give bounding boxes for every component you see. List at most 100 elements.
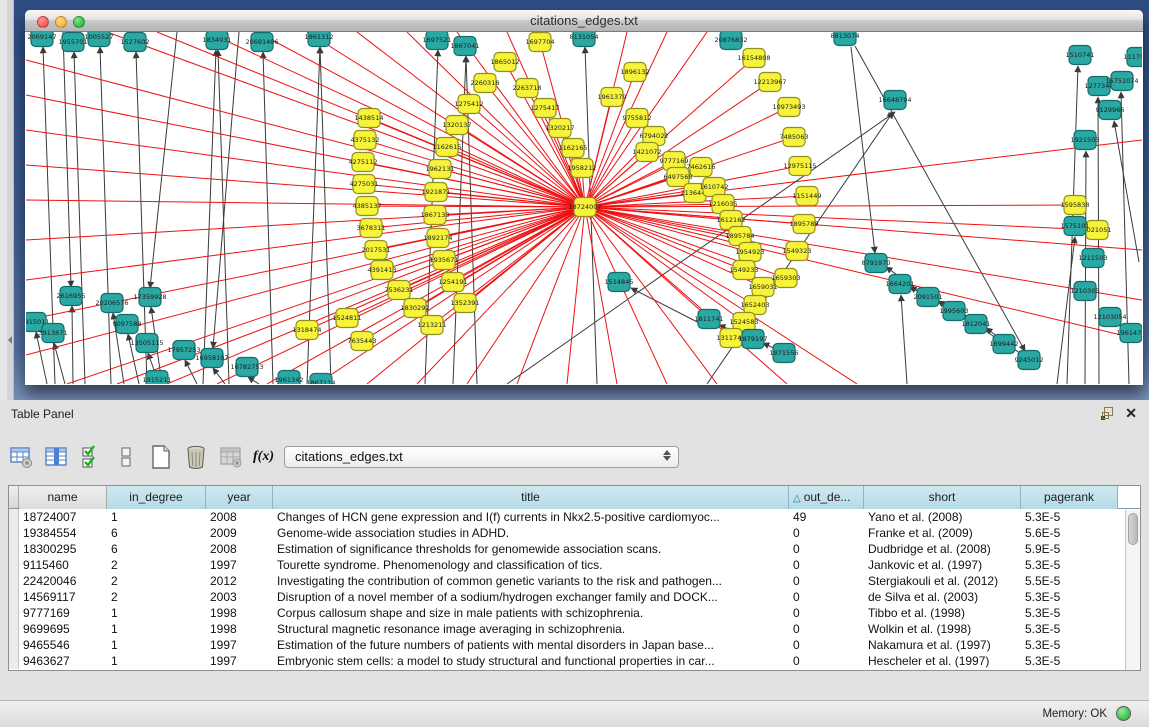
network-node[interactable]: 1438514 xyxy=(355,109,384,128)
table-cell[interactable]: 9777169 xyxy=(19,605,107,621)
table-row[interactable]: 969969511998Structural magnetic resonanc… xyxy=(9,621,1140,637)
table-cell[interactable]: 1997 xyxy=(206,637,273,653)
column-header-name[interactable]: name xyxy=(19,486,107,509)
table-cell[interactable]: 2 xyxy=(107,573,206,589)
network-node[interactable]: 1514845 xyxy=(605,273,634,292)
table-cell[interactable]: Estimation of the future numbers of pati… xyxy=(273,637,789,653)
network-node[interactable]: 1961379 xyxy=(598,88,627,107)
network-edge[interactable] xyxy=(585,207,1142,340)
network-node[interactable]: 9097588 xyxy=(113,315,142,334)
network-node[interactable]: 1575101 xyxy=(1061,217,1090,236)
table-cell[interactable]: 0 xyxy=(789,637,864,653)
table-cell[interactable]: 0 xyxy=(789,541,864,557)
network-node[interactable]: 20691406 xyxy=(245,33,278,52)
network-node[interactable]: 16782753 xyxy=(230,358,263,377)
network-node[interactable]: 7485063 xyxy=(780,128,809,147)
table-cell[interactable]: de Silva et al. (2003) xyxy=(864,589,1021,605)
network-edge[interactable] xyxy=(248,377,259,384)
network-node[interactable]: 1697521 xyxy=(423,32,452,50)
table-cell[interactable]: 5.3E-5 xyxy=(1021,621,1118,637)
table-cell[interactable]: 5.5E-5 xyxy=(1021,573,1118,589)
network-node[interactable]: 1595838 xyxy=(1061,196,1090,215)
network-node[interactable]: 1527602 xyxy=(121,33,150,52)
network-edge[interactable] xyxy=(855,46,1025,351)
network-node[interactable]: 8131054 xyxy=(570,32,599,47)
network-node[interactable]: 7635443 xyxy=(348,332,377,351)
network-node[interactable]: 1955701 xyxy=(59,33,88,52)
network-node[interactable]: 12975115 xyxy=(783,157,816,176)
table-cell[interactable]: 5.3E-5 xyxy=(1021,509,1118,525)
network-node[interactable]: 3913871 xyxy=(39,324,68,343)
table-cell[interactable]: 14569117 xyxy=(19,589,107,605)
network-node[interactable]: 4375132 xyxy=(351,131,380,150)
table-cell[interactable]: Stergiakouli et al. (2012) xyxy=(864,573,1021,589)
network-node[interactable]: 9129966 xyxy=(1096,101,1125,120)
network-node[interactable]: 7536231 xyxy=(385,281,414,300)
network-edge[interactable] xyxy=(213,368,225,384)
network-node[interactable]: 1812041 xyxy=(962,315,991,334)
table-row[interactable]: 911546021997Tourette syndrome. Phenomeno… xyxy=(9,557,1140,573)
table-cell[interactable]: Franke et al. (2009) xyxy=(864,525,1021,541)
network-node[interactable]: 2069147 xyxy=(28,32,57,47)
table-cell[interactable]: 5.3E-5 xyxy=(1021,605,1118,621)
table-cell[interactable]: Corpus callosum shape and size in male p… xyxy=(273,605,789,621)
network-node[interactable]: 1961471 xyxy=(1117,324,1142,343)
table-selector-dropdown[interactable]: citations_edges.txt xyxy=(284,446,679,468)
network-node[interactable]: 20206576 xyxy=(95,294,128,313)
table-cell[interactable]: 9699695 xyxy=(19,621,107,637)
table-cell[interactable]: 5.6E-5 xyxy=(1021,525,1118,541)
network-node[interactable]: 16648794 xyxy=(878,91,911,110)
table-cell[interactable]: 1 xyxy=(107,605,206,621)
table-cell[interactable]: 2 xyxy=(107,589,206,605)
table-cell[interactable]: Structural magnetic resonance image aver… xyxy=(273,621,789,637)
network-node[interactable]: 1830292 xyxy=(401,299,430,318)
network-node[interactable]: 17359928 xyxy=(133,288,166,307)
table-cell[interactable]: 0 xyxy=(789,557,864,573)
network-node[interactable]: 16154808 xyxy=(737,49,770,68)
network-node[interactable]: 1995603 xyxy=(940,302,969,321)
network-node[interactable]: 1879197 xyxy=(739,330,768,349)
network-node[interactable]: 1162165 xyxy=(559,139,588,158)
table-row[interactable]: 977716911998Corpus callosum shape and si… xyxy=(9,605,1140,621)
network-node[interactable]: 1210305 xyxy=(1071,282,1100,301)
table-cell[interactable]: 0 xyxy=(789,653,864,669)
network-node[interactable]: 1524811 xyxy=(333,309,362,328)
network-node[interactable]: 1896132 xyxy=(621,63,650,82)
table-cell[interactable]: 0 xyxy=(789,621,864,637)
network-node[interactable]: 1421072 xyxy=(633,143,662,162)
table-cell[interactable]: 19384554 xyxy=(19,525,107,541)
network-node[interactable]: 1318474 xyxy=(293,321,322,340)
network-edge[interactable] xyxy=(72,306,73,384)
memory-status-indicator-icon[interactable] xyxy=(1116,706,1131,721)
network-node[interactable]: 1610742 xyxy=(700,178,729,197)
checked-rows-icon[interactable] xyxy=(78,444,104,470)
table-cell[interactable]: 9463627 xyxy=(19,653,107,669)
column-header-short[interactable]: short xyxy=(864,486,1021,509)
table-cell[interactable]: 2009 xyxy=(206,525,273,541)
network-node[interactable]: 2017531 xyxy=(362,241,391,260)
table-cell[interactable]: 2003 xyxy=(206,589,273,605)
network-node[interactable]: 1211503 xyxy=(1079,249,1108,268)
scrollbar-thumb[interactable] xyxy=(1128,513,1138,545)
network-node[interactable]: 1699442 xyxy=(990,335,1019,354)
table-cell[interactable]: Changes of HCN gene expression and I(f) … xyxy=(273,509,789,525)
network-node[interactable]: 1867133 xyxy=(421,206,450,225)
network-node[interactable]: 4385137 xyxy=(353,197,382,216)
table-cell[interactable]: 2012 xyxy=(206,573,273,589)
network-node[interactable]: 2263718 xyxy=(513,79,542,98)
column-header-pagerank[interactable]: pagerank xyxy=(1021,486,1118,509)
table-cell[interactable]: 18300295 xyxy=(19,541,107,557)
table-cell[interactable]: Embryonic stem cells: a model to study s… xyxy=(273,653,789,669)
network-node[interactable]: 1659303 xyxy=(772,269,801,288)
network-node[interactable]: 1664201 xyxy=(886,275,915,294)
network-node[interactable]: 1117539 xyxy=(1124,48,1142,67)
table-cell[interactable]: Investigating the contribution of common… xyxy=(273,573,789,589)
delete-icon[interactable] xyxy=(183,444,209,470)
new-column-icon[interactable] xyxy=(148,444,174,470)
collapsed-side-divider[interactable] xyxy=(7,0,14,400)
network-node[interactable]: 1935671 xyxy=(430,251,459,270)
network-node[interactable]: 1961312 xyxy=(305,32,334,47)
network-node[interactable]: 1151449 xyxy=(793,187,822,206)
network-node[interactable]: 1254191 xyxy=(439,273,468,292)
table-cell[interactable]: 1998 xyxy=(206,621,273,637)
